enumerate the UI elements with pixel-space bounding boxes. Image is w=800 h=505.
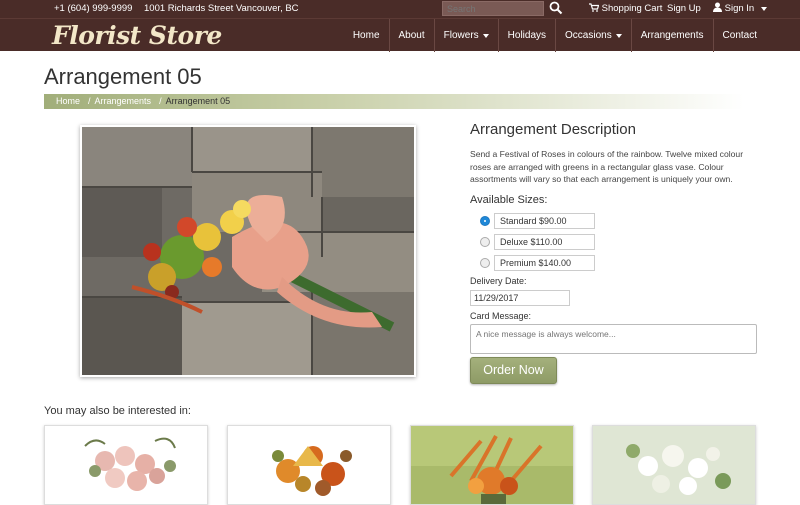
top-bar: +1 (604) 999-9999 1001 Richards Street V… [0,0,800,18]
breadcrumb: Home / Arrangements / Arrangement 05 [44,94,744,109]
size-option-premium[interactable]: Premium $140.00 [476,255,596,271]
search-input[interactable] [442,1,544,16]
description-title: Arrangement Description [470,121,636,138]
nav-menu: Home About Flowers Holidays Occasions Ar… [344,19,766,52]
related-title: You may also be interested in: [44,405,191,417]
order-now-button[interactable]: Order Now [470,357,557,384]
nav-contact-label: Contact [722,30,757,41]
related-product-2[interactable] [227,425,391,505]
breadcrumb-arrangements[interactable]: Arrangements [95,96,152,106]
size-label-premium: Premium $140.00 [494,255,595,271]
size-option-deluxe[interactable]: Deluxe $110.00 [476,234,596,250]
related-product-3[interactable] [410,425,574,505]
radio-premium[interactable] [480,258,490,268]
user-icon [713,2,722,12]
chevron-down-icon [615,33,622,38]
delivery-date-input[interactable] [470,290,570,306]
card-message-label: Card Message: [470,311,532,321]
nav-flowers-label: Flowers [443,30,479,41]
nav-holidays-label: Holidays [507,30,547,41]
sign-in-label: Sign In [724,3,755,14]
nav-arrangements[interactable]: Arrangements [630,19,713,52]
nav-occasions-label: Occasions [565,30,612,41]
page-title: Arrangement 05 [44,64,202,89]
chevron-down-icon [760,7,767,11]
nav-contact[interactable]: Contact [712,19,766,52]
sizes-title: Available Sizes: [470,194,548,206]
shopping-cart-link[interactable]: Shopping Cart [589,3,662,14]
sign-in-dropdown[interactable]: Sign In [713,2,767,14]
chevron-down-icon [482,33,489,38]
related-product-4[interactable] [592,425,756,505]
delivery-date-label: Delivery Date: [470,276,527,286]
product-description: Send a Festival of Roses in colours of t… [470,149,744,184]
product-photo [80,125,416,377]
store-logo[interactable]: Florist Store [52,21,222,50]
sign-up-link[interactable]: Sign Up [667,3,701,14]
related-product-1[interactable] [44,425,208,505]
main-navbar: Florist Store Home About Flowers Holiday… [0,18,800,52]
cart-icon [589,3,600,12]
nav-home-label: Home [352,30,380,41]
nav-holidays[interactable]: Holidays [497,19,555,52]
breadcrumb-separator: / [159,96,162,106]
size-option-standard[interactable]: Standard $90.00 [476,213,596,229]
nav-arrangements-label: Arrangements [640,30,704,41]
nav-about-label: About [398,30,425,41]
breadcrumb-separator: / [88,96,91,106]
card-message-input[interactable] [470,324,757,354]
search-icon[interactable] [549,1,563,16]
nav-about[interactable]: About [388,19,434,52]
size-label-standard: Standard $90.00 [494,213,595,229]
breadcrumb-current: Arrangement 05 [165,96,231,106]
phone-number[interactable]: +1 (604) 999-9999 [54,3,132,14]
nav-flowers[interactable]: Flowers [433,19,498,52]
store-address: 1001 Richards Street Vancouver, BC [144,3,299,14]
breadcrumb-home[interactable]: Home [56,96,80,106]
radio-standard[interactable] [480,216,490,226]
size-label-deluxe: Deluxe $110.00 [494,234,595,250]
cart-label: Shopping Cart [601,3,663,14]
nav-occasions[interactable]: Occasions [555,19,631,52]
nav-home[interactable]: Home [344,19,389,52]
radio-deluxe[interactable] [480,237,490,247]
